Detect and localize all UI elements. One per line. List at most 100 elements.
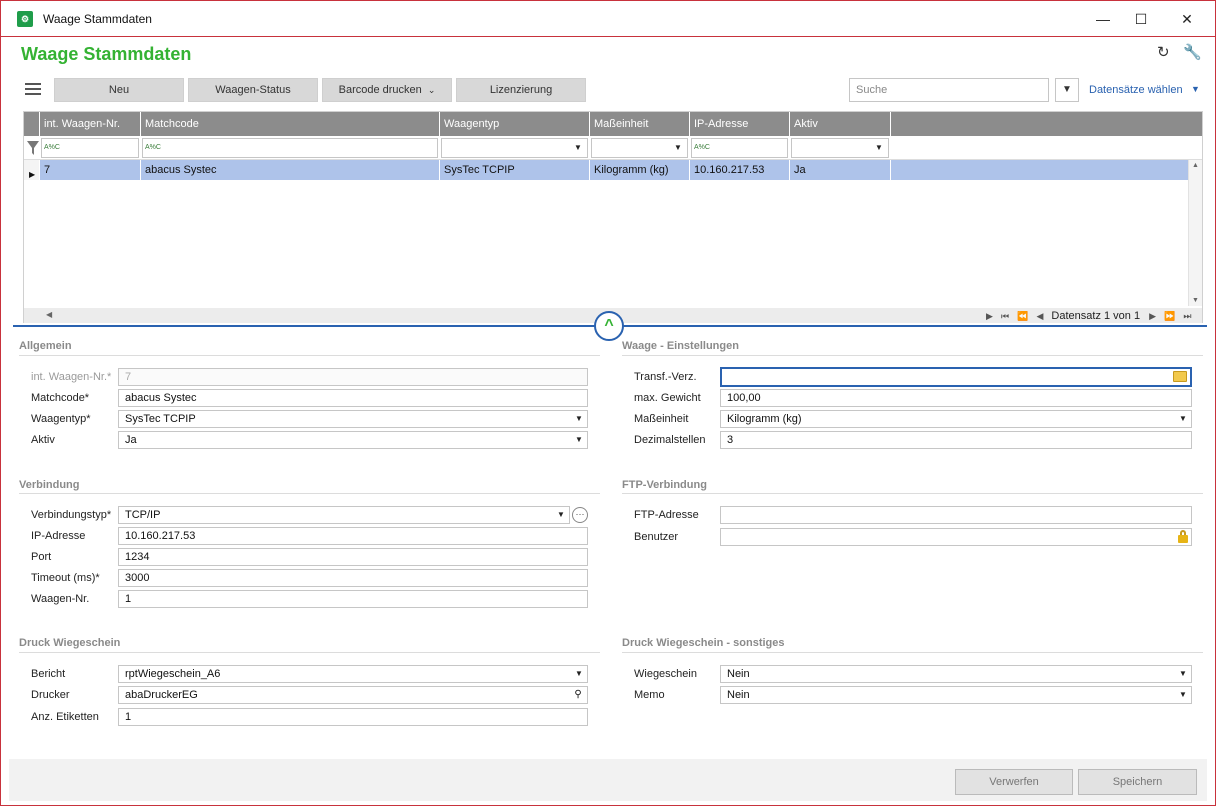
field-label-ftp-adresse: FTP-Adresse [634,509,699,521]
refresh-icon[interactable]: ↻ [1157,43,1170,61]
ftp-address-field[interactable] [720,506,1192,524]
report-select[interactable]: rptWiegeschein_A6 ▼ [118,665,588,683]
label-count-field[interactable]: 1 [118,708,588,726]
transfer-directory-field[interactable] [720,367,1192,387]
nav-last-icon[interactable]: ⏭ [1183,311,1191,321]
new-button[interactable]: Neu [54,78,184,102]
licensing-button[interactable]: Lizenzierung [456,78,586,102]
hamburger-icon[interactable] [25,81,41,97]
filter-matchcode-input[interactable]: A%C [142,138,438,158]
folder-icon[interactable] [1173,371,1187,382]
nav-first-icon[interactable]: ⏮ [1001,311,1009,321]
field-label-drucker: Drucker [31,689,70,701]
funnel-icon[interactable] [26,140,40,156]
filter-aktiv-select[interactable]: ▼ [791,138,889,158]
ellipsis-icon[interactable]: ⋯ [572,507,588,523]
nav-prev-icon[interactable]: ◀ [1036,311,1043,321]
field-label-nr: int. Waagen-Nr.* [31,371,112,383]
save-button[interactable]: Speichern [1078,769,1197,795]
report-value: rptWiegeschein_A6 [125,668,221,680]
connection-type-select[interactable]: TCP/IP ▼ [118,506,570,524]
section-divider [622,355,1203,356]
field-label-aktiv: Aktiv [31,434,55,446]
column-header-aktiv[interactable]: Aktiv [790,112,891,136]
ftp-user-field[interactable] [720,528,1192,546]
dropdown-arrow-icon: ▼ [1179,690,1187,699]
filter-nr-input[interactable]: A%C [41,138,139,158]
dropdown-arrow-icon: ▼ [575,669,583,678]
search-icon[interactable]: ⚲ [570,687,586,703]
filter-waagentyp-select[interactable]: ▼ [441,138,588,158]
cell-aktiv: Ja [790,160,891,180]
column-header-matchcode[interactable]: Matchcode [141,112,440,136]
waagentyp-value: SysTec TCPIP [125,413,196,425]
field-label-transf: Transf.-Verz. [634,371,697,383]
scale-number-field[interactable]: 1 [118,590,588,608]
chevron-down-icon: ⌄ [427,85,436,95]
cell-ip: 10.160.217.53 [690,160,790,180]
search-input[interactable]: Suche [849,78,1049,102]
filter-ip-input[interactable]: A%C [691,138,788,158]
close-icon[interactable]: ✕ [1165,5,1209,33]
section-verbindung-title: Verbindung [19,479,80,491]
scroll-up-icon[interactable]: ▲ [1192,162,1199,169]
filter-masseinheit-select[interactable]: ▼ [591,138,688,158]
aktiv-select[interactable]: Ja ▼ [118,431,588,449]
dropdown-arrow-icon: ▼ [574,143,582,152]
ip-address-field[interactable]: 10.160.217.53 [118,527,588,545]
connection-type-value: TCP/IP [125,509,161,521]
scroll-left-icon[interactable]: ◀ [46,310,52,319]
waagentyp-select[interactable]: SysTec TCPIP ▼ [118,410,588,428]
column-header-masseinheit[interactable]: Maßeinheit [590,112,690,136]
lock-icon[interactable] [1178,530,1188,543]
field-label-timeout: Timeout (ms)* [31,572,100,584]
dropdown-filter-icon[interactable]: ▼ [1055,78,1079,102]
column-header-waagentyp[interactable]: Waagentyp [440,112,590,136]
weighing-slip-select[interactable]: Nein ▼ [720,665,1192,683]
cell-matchcode: abacus Systec [141,160,440,180]
discard-button[interactable]: Verwerfen [955,769,1073,795]
printer-value: abaDruckerEG [125,689,198,701]
memo-select[interactable]: Nein ▼ [720,686,1192,704]
printer-field[interactable]: abaDruckerEG ⚲ [118,686,588,704]
caret-down-icon[interactable]: ▼ [1191,84,1200,94]
decimals-field[interactable]: 3 [720,431,1192,449]
memo-value: Nein [727,689,750,701]
wrench-icon[interactable]: 🔧 [1183,43,1202,61]
dropdown-arrow-icon: ▼ [1179,414,1187,423]
section-waage-title: Waage - Einstellungen [622,340,739,352]
port-field[interactable]: 1234 [118,548,588,566]
nav-prev-page-icon[interactable]: ⏪ [1017,311,1028,321]
scale-status-button[interactable]: Waagen-Status [188,78,318,102]
nav-next-icon[interactable]: ▶ [1149,311,1156,321]
section-ftp-title: FTP-Verbindung [622,479,707,491]
title-bar: ⚙ Waage Stammdaten — ☐ ✕ [1,1,1215,37]
field-label-masseinheit: Maßeinheit [634,413,689,425]
scroll-down-icon[interactable]: ▼ [1192,297,1199,304]
max-weight-field[interactable]: 100,00 [720,389,1192,407]
row-indicator: ▶ [24,160,40,180]
nav-next-fast-icon[interactable]: ⏩ [1164,311,1175,321]
dropdown-arrow-icon: ▼ [557,510,565,519]
column-header-ip[interactable]: IP-Adresse [690,112,790,136]
column-header-nr[interactable]: int. Waagen-Nr. [40,112,141,136]
weighing-slip-value: Nein [727,668,750,680]
aktiv-value: Ja [125,434,137,446]
print-barcode-button[interactable]: Barcode drucken ⌄ [322,78,452,102]
print-barcode-label: Barcode drucken [338,84,422,96]
table-row[interactable]: ▶ 7 abacus Systec SysTec TCPIP Kilogramm… [24,160,1188,180]
page-title: Waage Stammdaten [21,44,192,64]
timeout-field[interactable]: 3000 [118,569,588,587]
unit-select[interactable]: Kilogramm (kg) ▼ [720,410,1192,428]
collapse-chevron-up-icon[interactable]: ^ [594,311,624,341]
section-divider [19,355,600,356]
select-records-link[interactable]: Datensätze wählen [1089,84,1183,96]
vertical-scrollbar[interactable]: ▲ ▼ [1188,160,1202,306]
field-label-memo: Memo [634,689,665,701]
nav-next-page-icon[interactable]: ▶ [986,311,993,321]
section-druck-sonstiges-title: Druck Wiegeschein - sonstiges [622,637,785,649]
matchcode-field[interactable]: abacus Systec [118,389,588,407]
maximize-icon[interactable]: ☐ [1119,5,1163,33]
records-grid: int. Waagen-Nr. Matchcode Waagentyp Maße… [23,111,1203,323]
unit-value: Kilogramm (kg) [727,413,802,425]
